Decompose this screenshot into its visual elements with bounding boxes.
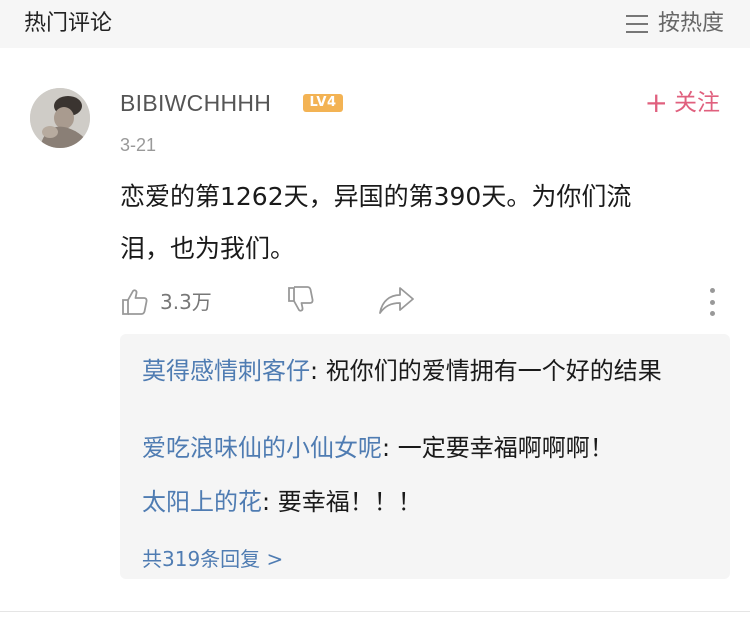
reply-text: 祝你们的爱情拥有一个好的结果: [325, 357, 662, 385]
sort-button[interactable]: 按热度: [625, 9, 724, 39]
reply-separator: :: [310, 357, 326, 385]
comment-actions: 3.3万: [120, 284, 730, 320]
user-avatar-image: [30, 88, 90, 148]
sort-label: 按热度: [657, 11, 724, 36]
reply-separator: :: [382, 434, 398, 462]
replies-box: 莫得感情刺客仔: 祝你们的爱情拥有一个好的结果 爱吃浪味仙的小仙女呢: 一定要幸…: [120, 334, 730, 579]
comments-header: 热门评论 按热度: [0, 0, 750, 48]
comment-text-line: 泪，也为我们。: [120, 234, 296, 263]
view-all-replies-link[interactable]: 共319条回复 >: [142, 546, 283, 572]
reply-author[interactable]: 莫得感情刺客仔: [142, 357, 310, 385]
comment-text: 恋爱的第1262天，异国的第390天。为你们流 泪，也为我们。: [120, 171, 700, 275]
level-badge: LV4: [303, 94, 343, 112]
username[interactable]: BIBIWCHHHH: [120, 88, 271, 118]
reply-item[interactable]: 莫得感情刺客仔: 祝你们的爱情拥有一个好的结果: [142, 352, 710, 390]
follow-button[interactable]: + 关注: [645, 88, 720, 118]
reply-item[interactable]: 爱吃浪味仙的小仙女呢: 一定要幸福啊啊啊！: [142, 429, 710, 467]
share-arrow-icon: [379, 287, 414, 314]
reply-separator: :: [262, 488, 278, 516]
dislike-button[interactable]: [286, 284, 316, 314]
reply-item[interactable]: 太阳上的花: 要幸福！！！: [142, 483, 710, 521]
follow-label: 关注: [674, 90, 720, 116]
comment-text-line: 恋爱的第1262天，异国的第390天。为你们流: [120, 182, 632, 211]
reply-author[interactable]: 太阳上的花: [142, 488, 262, 516]
reply-text: 要幸福！！！: [277, 488, 422, 516]
menu-lines-icon: [625, 15, 648, 33]
thumbs-up-icon: [122, 289, 148, 315]
avatar[interactable]: [30, 88, 90, 148]
share-button[interactable]: [378, 284, 416, 316]
thumbs-down-icon: [288, 286, 314, 312]
section-title: 热门评论: [24, 11, 113, 36]
reply-text: 一定要幸福啊啊啊！: [397, 434, 614, 462]
like-button[interactable]: 3.3万: [120, 284, 212, 320]
like-count: 3.3万: [160, 290, 212, 314]
dot: [709, 311, 715, 316]
comment-date: 3-21: [120, 135, 157, 155]
divider: [0, 611, 750, 612]
plus-icon: +: [644, 86, 668, 119]
dot: [709, 299, 715, 305]
dot: [709, 288, 715, 293]
more-options-icon[interactable]: [708, 288, 716, 316]
reply-author[interactable]: 爱吃浪味仙的小仙女呢: [142, 434, 382, 462]
